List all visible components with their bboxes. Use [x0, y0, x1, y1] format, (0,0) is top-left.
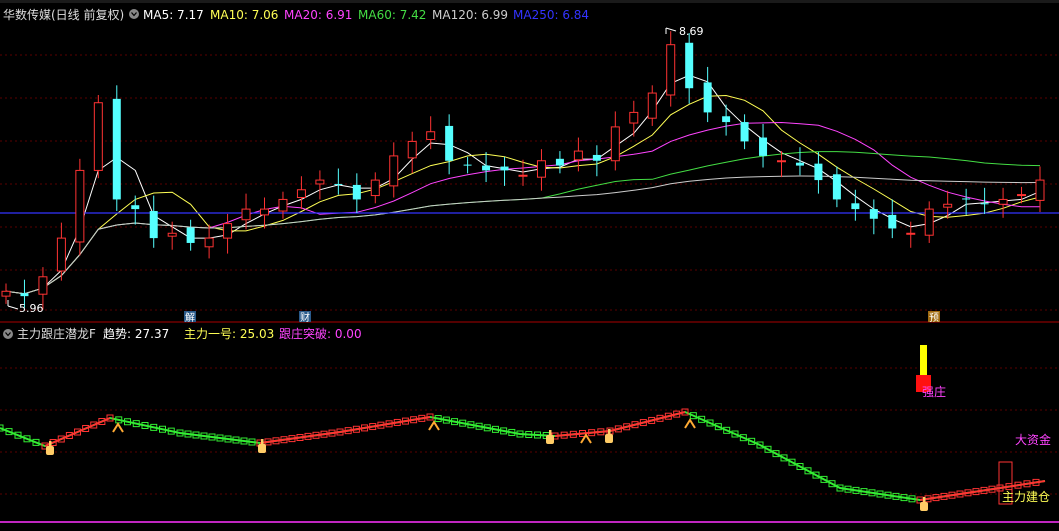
kline-chart: 华数传媒(日线 前复权) MA5: 7.17 MA10: 7.06 MA20: 6.… [0, 0, 1059, 526]
candle[interactable] [407, 131, 417, 174]
candle[interactable] [352, 173, 361, 213]
candle[interactable] [334, 168, 343, 195]
candle[interactable] [759, 124, 768, 168]
window-top-strip [0, 0, 1059, 3]
candle[interactable] [666, 31, 676, 107]
top-signal-icon [112, 422, 124, 433]
candle[interactable] [869, 199, 878, 235]
candle[interactable] [426, 116, 436, 150]
ma-label: MA250: 6.84 [513, 8, 589, 22]
indicator-title[interactable]: 主力跟庄潜龙F [17, 326, 96, 341]
big-money-label: 大资金 [1015, 432, 1051, 447]
candle[interactable] [445, 114, 454, 175]
trend-up-segment [44, 417, 111, 447]
build-label: 主力建仓 [1002, 490, 1050, 504]
indicator-panel-header: 主力跟庄潜龙F 趋势: 27.37 主力一号: 25.03 跟庄突破: 0.00 [3, 326, 362, 341]
candle[interactable] [888, 199, 897, 239]
dropdown-circle-icon[interactable] [129, 9, 139, 19]
candle[interactable] [131, 195, 140, 225]
candle[interactable] [93, 94, 103, 179]
event-marker-1[interactable]: 财 [299, 311, 311, 324]
candle[interactable] [777, 151, 786, 178]
indicator-dropdown-icon[interactable] [3, 329, 13, 339]
candle[interactable] [463, 156, 472, 174]
candle[interactable] [814, 152, 823, 194]
ma-label: MA5: 7.17 [143, 8, 204, 22]
candle[interactable] [518, 159, 528, 186]
candle[interactable] [315, 170, 325, 200]
stock-title[interactable]: 华数传媒(日线 前复权) [3, 7, 124, 22]
candle[interactable] [500, 156, 509, 186]
indicator-value: 趋势: 27.37 [103, 327, 169, 341]
candle[interactable] [610, 111, 620, 171]
candle[interactable] [223, 213, 233, 254]
candle[interactable] [722, 104, 731, 136]
ma-label: MA10: 7.06 [210, 8, 278, 22]
indicator-value: 主力一号: 25.03 [184, 327, 274, 341]
strong-label: 强庄 [922, 384, 946, 399]
candle[interactable] [832, 166, 841, 208]
ma-line [5, 121, 1040, 295]
candle[interactable] [260, 197, 269, 229]
candle[interactable] [962, 188, 971, 215]
candle[interactable] [389, 142, 399, 198]
candle[interactable] [278, 191, 288, 219]
candle[interactable] [647, 85, 657, 126]
ma-line [5, 94, 1041, 295]
candle[interactable] [75, 158, 85, 256]
candle[interactable] [241, 193, 251, 230]
ma-legend: MA5: 7.17 MA10: 7.06 MA20: 6.91 MA60: 7.42 M… [143, 8, 589, 22]
candle[interactable] [482, 152, 491, 183]
candle[interactable] [1035, 166, 1045, 212]
event-marker-0[interactable]: 解 [184, 311, 196, 324]
candle[interactable] [924, 201, 934, 243]
svg-text:预: 预 [929, 312, 939, 324]
ma-label: MA20: 6.91 [284, 8, 352, 22]
svg-text:财: 财 [300, 311, 310, 324]
ma-label: MA60: 7.42 [358, 8, 426, 22]
candle[interactable] [186, 219, 195, 251]
strong-signal: 强庄 [916, 345, 946, 399]
low-price-label: 5.96 [19, 302, 44, 315]
candle[interactable] [685, 33, 694, 104]
build-signal: 主力建仓 [998, 461, 1050, 505]
candle[interactable] [1, 283, 11, 304]
ma-label: MA120: 6.99 [432, 8, 508, 22]
candle[interactable] [943, 190, 953, 219]
candlestick-series[interactable] [1, 31, 1045, 310]
svg-text:解: 解 [185, 311, 195, 324]
candle[interactable] [629, 100, 639, 137]
candle[interactable] [296, 176, 306, 210]
ma-line [5, 175, 1041, 295]
top-signal-icon [428, 420, 440, 431]
high-price-label: 8.69 [679, 25, 704, 38]
price-panel-header: 华数传媒(日线 前复权) MA5: 7.17 MA10: 7.06 MA20: 6.… [3, 7, 589, 22]
top-signal-icon [684, 418, 696, 429]
high-marker: 8.69 [665, 25, 704, 38]
event-marker-2[interactable]: 预 [928, 311, 940, 324]
indicator-value: 跟庄突破: 0.00 [279, 326, 362, 341]
candle[interactable] [149, 195, 158, 248]
candle[interactable] [795, 147, 804, 176]
candle[interactable] [592, 145, 601, 177]
candle[interactable] [703, 66, 712, 123]
candle[interactable] [204, 224, 214, 259]
low-marker: 5.96 [7, 300, 44, 315]
candle[interactable] [740, 114, 749, 150]
candle[interactable] [555, 151, 564, 174]
candle[interactable] [536, 149, 546, 191]
candle[interactable] [112, 85, 121, 212]
price-grid [0, 54, 1059, 311]
candle[interactable] [370, 172, 380, 204]
indicator-lines [0, 408, 1046, 511]
indicator-values: 趋势: 27.37 主力一号: 25.03 跟庄突破: 0.00 [103, 326, 362, 341]
